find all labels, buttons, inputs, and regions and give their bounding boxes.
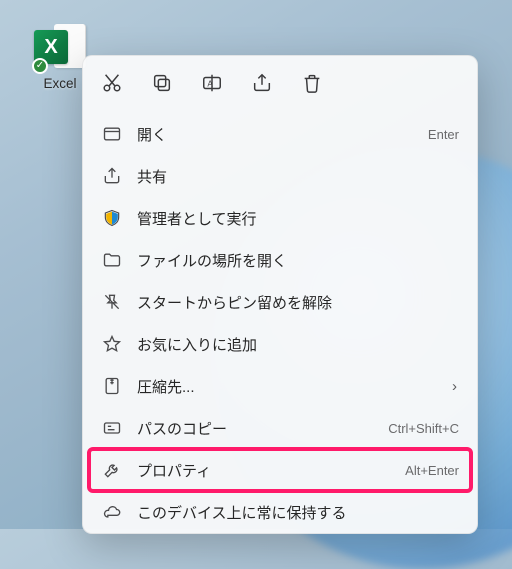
app-window-icon: [101, 123, 123, 145]
menu-item-label: 圧縮先...: [137, 376, 459, 397]
svg-text:A: A: [207, 80, 213, 89]
menu-item-label: 共有: [137, 166, 459, 187]
cut-icon[interactable]: [101, 72, 123, 99]
menu-item-shortcut: Enter: [428, 127, 459, 142]
unpin-icon: [101, 291, 123, 313]
menu-item-label: パスのコピー: [137, 418, 388, 439]
menu-item-properties[interactable]: プロパティ Alt+Enter: [89, 449, 471, 491]
delete-icon[interactable]: [301, 72, 323, 99]
menu-item-label: このデバイス上に常に保持する: [137, 502, 459, 523]
menu-item-favorite[interactable]: お気に入りに追加: [89, 323, 471, 365]
menu-item-label: ファイルの場所を開く: [137, 250, 459, 271]
rename-icon[interactable]: A: [201, 72, 223, 99]
menu-item-unpin[interactable]: スタートからピン留めを解除: [89, 281, 471, 323]
chevron-right-icon: ›: [452, 378, 457, 395]
menu-item-label: 開く: [137, 124, 428, 145]
menu-item-shortcut: Ctrl+Shift+C: [388, 421, 459, 436]
share-icon[interactable]: [251, 72, 273, 99]
menu-item-copypath[interactable]: パスのコピー Ctrl+Shift+C: [89, 407, 471, 449]
menu-item-folder[interactable]: ファイルの場所を開く: [89, 239, 471, 281]
menu-item-share[interactable]: 共有: [89, 155, 471, 197]
menu-item-label: 管理者として実行: [137, 208, 459, 229]
menu-item-shortcut: Alt+Enter: [405, 463, 459, 478]
cloud-icon: [101, 501, 123, 523]
menu-item-keepdevice[interactable]: このデバイス上に常に保持する: [89, 491, 471, 533]
menu-item-label: お気に入りに追加: [137, 334, 459, 355]
menu-item-open[interactable]: 開く Enter: [89, 113, 471, 155]
shield-icon: [101, 207, 123, 229]
star-icon: [101, 333, 123, 355]
menu-item-runadmin[interactable]: 管理者として実行: [89, 197, 471, 239]
zip-icon: [101, 375, 123, 397]
context-menu: A 開く Enter 共有 管理者として実行 ファイルの場所を開: [82, 55, 478, 534]
menu-item-label: プロパティ: [137, 460, 405, 481]
wrench-icon: [101, 459, 123, 481]
copy-icon[interactable]: [151, 72, 173, 99]
folder-icon: [101, 249, 123, 271]
menu-item-label: スタートからピン留めを解除: [137, 292, 459, 313]
context-toolbar: A: [89, 62, 471, 113]
excel-icon: X ✓: [34, 20, 86, 72]
share-icon: [101, 165, 123, 187]
menu-item-compress[interactable]: 圧縮先... ›: [89, 365, 471, 407]
sync-badge-icon: ✓: [32, 58, 48, 74]
copypath-icon: [101, 417, 123, 439]
